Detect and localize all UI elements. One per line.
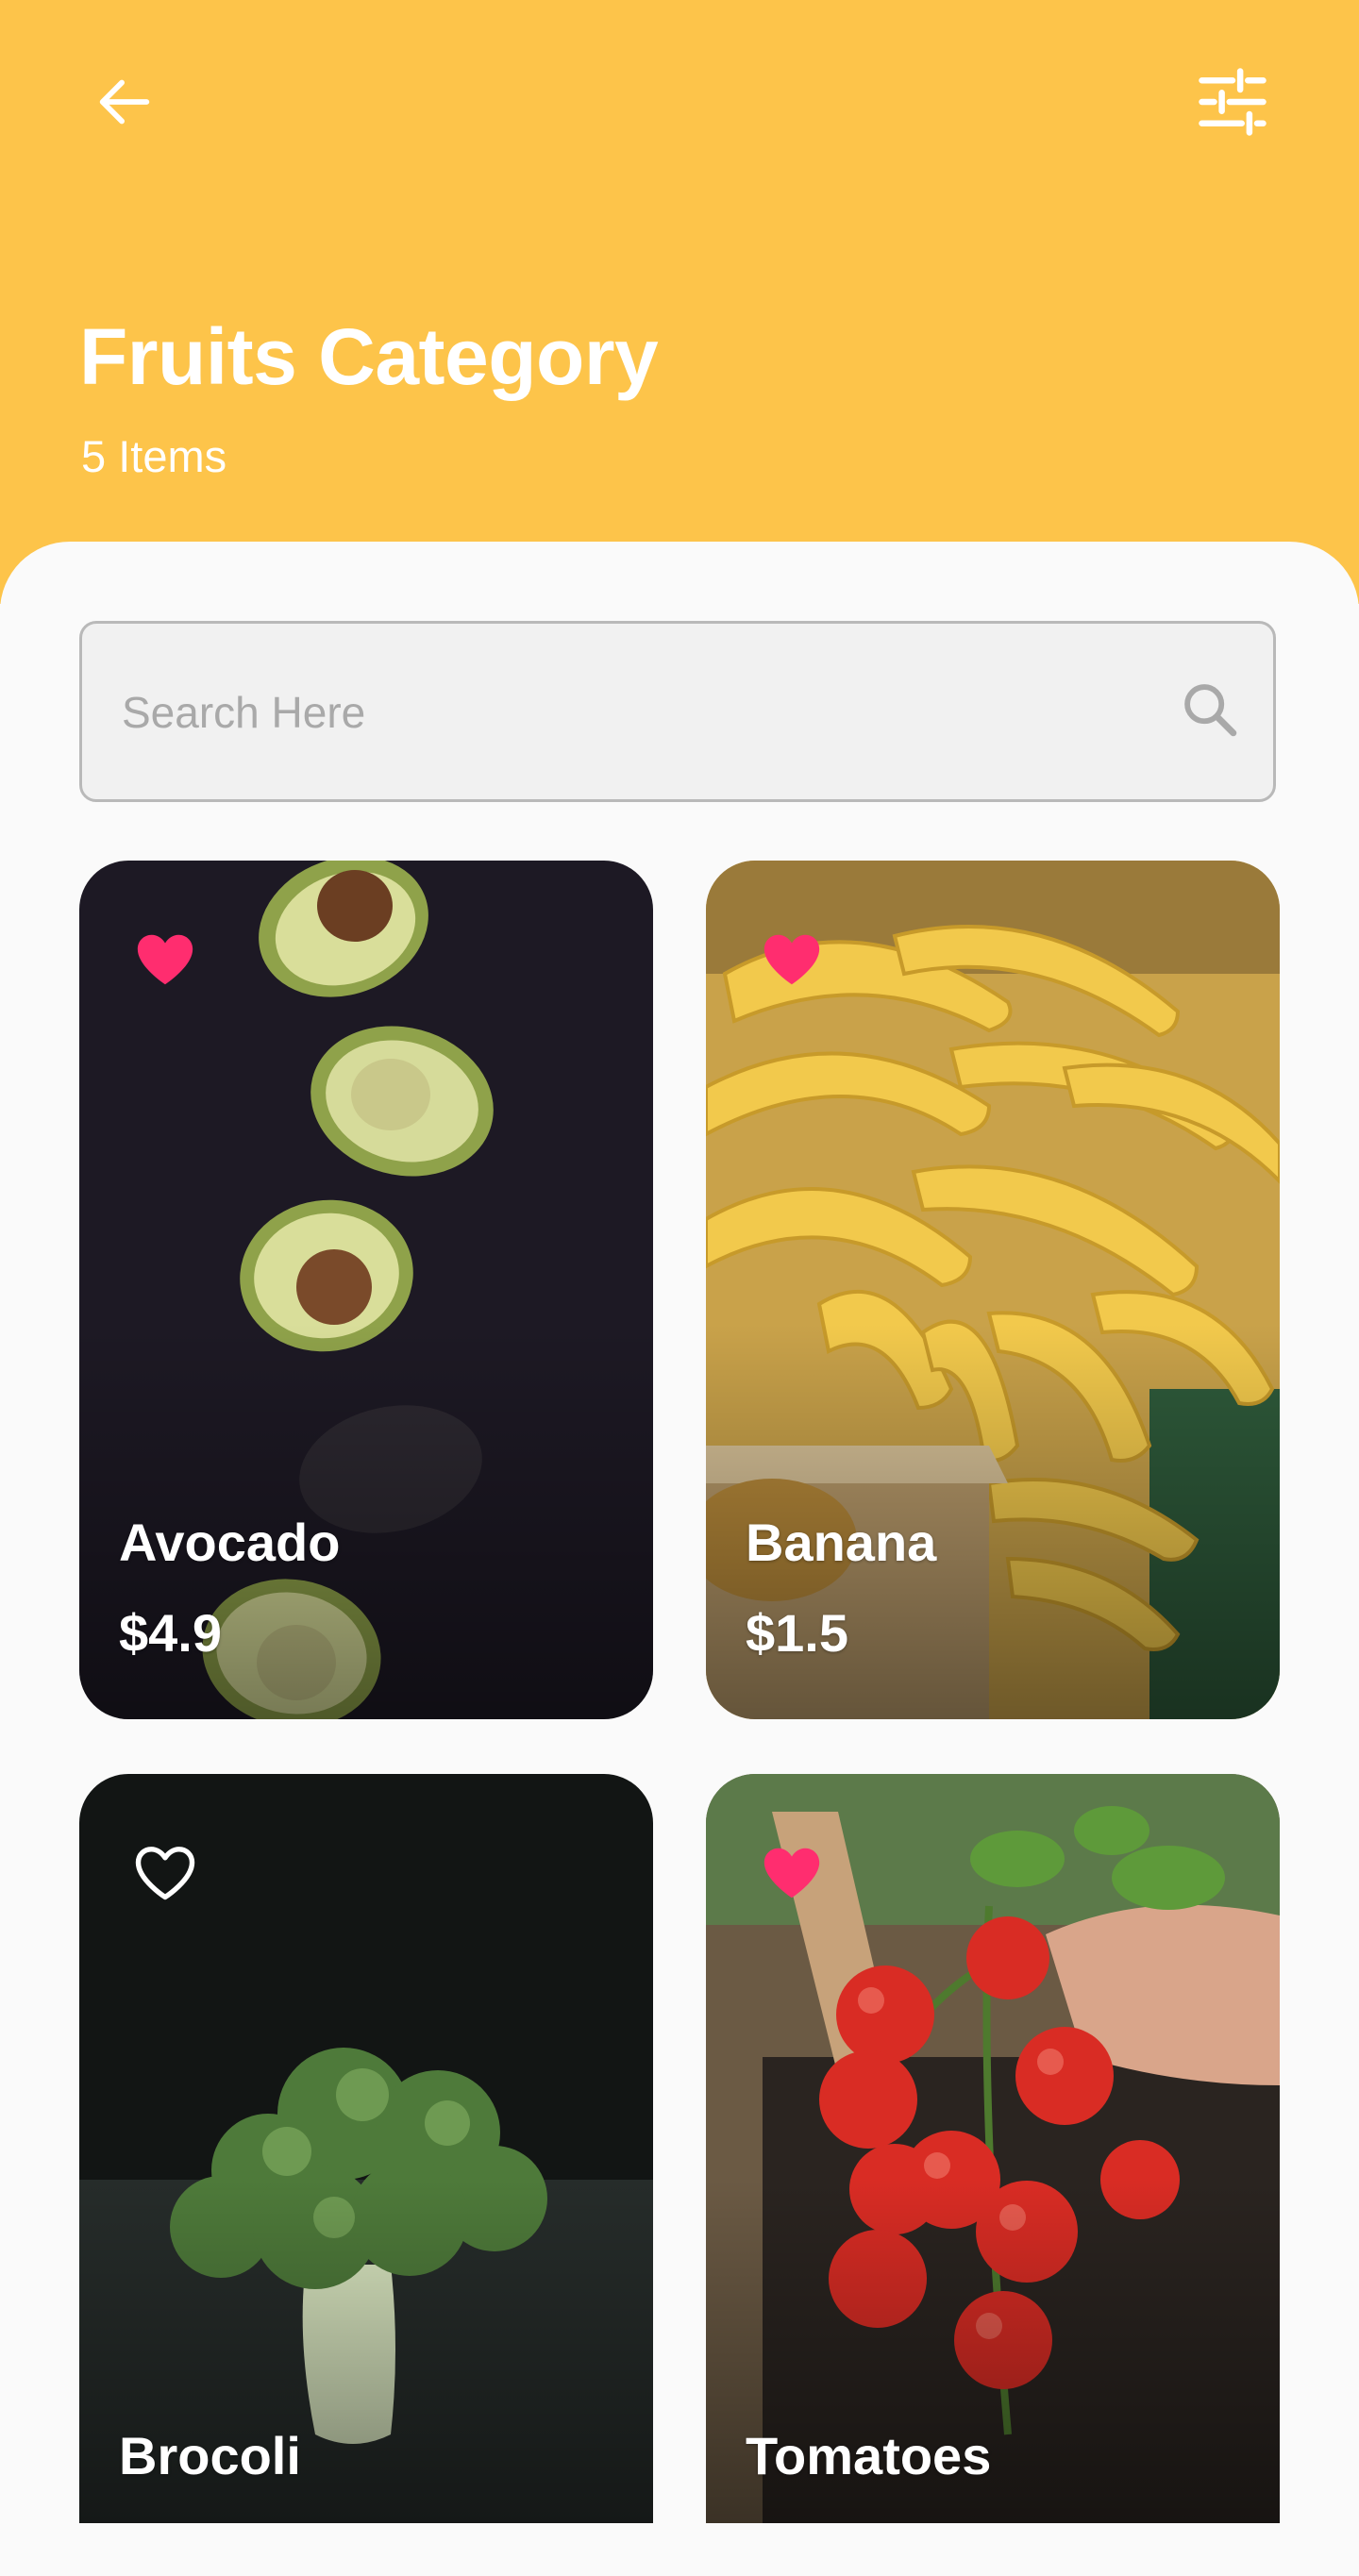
heart-outline-icon <box>135 1847 195 1900</box>
search-input[interactable] <box>120 624 1143 801</box>
filter-button[interactable] <box>1191 60 1274 143</box>
search-icon[interactable] <box>1167 667 1252 752</box>
product-name: Tomatoes <box>746 2426 992 2485</box>
header <box>0 0 1359 604</box>
heart-icon[interactable] <box>755 923 829 996</box>
item-count: 5 Items <box>81 431 227 481</box>
heart-filled-icon <box>763 934 820 985</box>
product-card-banana[interactable]: Banana $1.5 <box>706 861 1280 1719</box>
heart-icon[interactable] <box>128 923 202 996</box>
heart-outline-button[interactable] <box>128 1836 202 1910</box>
heart-filled-icon <box>137 934 193 985</box>
product-card-tomatoes[interactable]: Tomatoes <box>706 1774 1280 2523</box>
sliders-icon <box>1199 68 1267 136</box>
arrow-left-icon <box>99 79 150 125</box>
product-card-avocado[interactable]: Avocado $4.9 <box>79 861 653 1719</box>
search-box[interactable] <box>79 621 1276 802</box>
back-button[interactable] <box>85 62 164 142</box>
page-title: Fruits Category <box>79 312 659 401</box>
heart-filled-icon <box>763 1848 820 1899</box>
product-name: Banana <box>746 1513 937 1572</box>
product-price: $1.5 <box>746 1603 848 1663</box>
product-name: Brocoli <box>119 2426 301 2485</box>
product-card-brocoli[interactable]: Brocoli <box>79 1774 653 2523</box>
product-name: Avocado <box>119 1513 341 1572</box>
product-price: $4.9 <box>119 1603 222 1663</box>
heart-icon[interactable] <box>755 1836 829 1910</box>
